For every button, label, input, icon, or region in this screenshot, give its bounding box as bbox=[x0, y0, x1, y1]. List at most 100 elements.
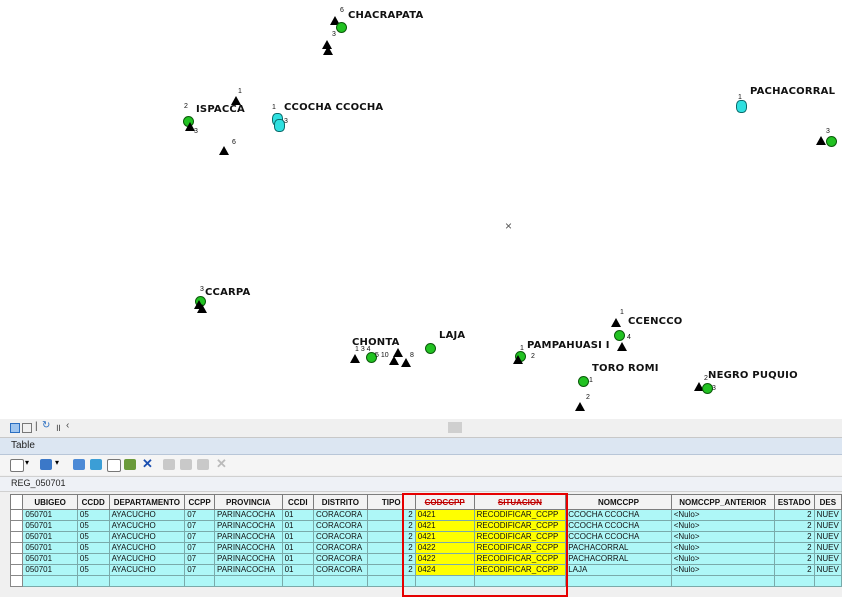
table-cell[interactable]: 07 bbox=[184, 509, 215, 521]
row-selector[interactable] bbox=[9, 509, 24, 521]
table-cell[interactable]: 0422 bbox=[414, 542, 475, 554]
map-canvas[interactable]: 6 3 CHACRAPATA 1 2 3 ISPACCA 6 1 3 CCOCH… bbox=[0, 0, 842, 418]
table-cell[interactable]: 0421 bbox=[414, 531, 475, 543]
table-cell[interactable]: CORACORA bbox=[313, 509, 368, 521]
table-cell[interactable]: PARINACOCHA bbox=[213, 520, 283, 532]
table-cell[interactable]: AYACUCHO bbox=[108, 509, 186, 521]
select-by-attributes-icon[interactable] bbox=[73, 459, 85, 470]
table-cell[interactable]: AYACUCHO bbox=[108, 564, 186, 576]
table-cell[interactable]: 2 bbox=[366, 509, 416, 521]
dropdown-arrow-icon[interactable]: ▾ bbox=[25, 458, 29, 467]
table-cell[interactable]: 07 bbox=[184, 553, 215, 565]
point-triangle[interactable] bbox=[513, 355, 523, 364]
back-icon[interactable]: ‹ bbox=[66, 420, 69, 431]
table-cell[interactable]: RECODIFICAR_CCPP bbox=[473, 553, 567, 565]
column-header[interactable]: TIPO bbox=[366, 494, 416, 510]
table-cell[interactable]: NUEV bbox=[813, 520, 842, 532]
point-triangle[interactable] bbox=[197, 304, 207, 313]
zoom-to-selected-icon[interactable] bbox=[124, 459, 136, 470]
table-cell[interactable]: <Nulo> bbox=[670, 531, 775, 543]
table-cell[interactable]: 2 bbox=[366, 520, 416, 532]
table-cell[interactable]: 2 bbox=[366, 553, 416, 565]
table-cell[interactable]: 050701 bbox=[22, 509, 78, 521]
table-row[interactable]: 050701 05 AYACUCHO 07 PARINACOCHA 01 CORACORA 2… bbox=[9, 553, 842, 565]
table-cell[interactable]: 0424 bbox=[414, 564, 475, 576]
table-cell[interactable]: RECODIFICAR_CCPP bbox=[473, 564, 567, 576]
table-cell[interactable]: RECODIFICAR_CCPP bbox=[473, 531, 567, 543]
table-cell[interactable]: 2 bbox=[773, 531, 815, 543]
table-cell[interactable]: PARINACOCHA bbox=[213, 542, 283, 554]
column-header[interactable]: ESTADO bbox=[773, 494, 815, 510]
column-header[interactable]: PROVINCIA bbox=[213, 494, 283, 510]
table-cell[interactable]: <Nulo> bbox=[670, 564, 775, 576]
table-cell[interactable]: 050701 bbox=[22, 553, 78, 565]
switch-selection-icon[interactable] bbox=[90, 459, 102, 470]
pause-icon[interactable]: ॥ bbox=[55, 420, 61, 434]
table-cell[interactable]: PARINACOCHA bbox=[213, 531, 283, 543]
table-cell[interactable]: NUEV bbox=[813, 564, 842, 576]
table-cell[interactable]: PACHACORRAL bbox=[565, 542, 672, 554]
table-cell[interactable]: NUEV bbox=[813, 509, 842, 521]
table-cell[interactable]: RECODIFICAR_CCPP bbox=[473, 509, 567, 521]
table-row[interactable]: 050701 05 AYACUCHO 07 PARINACOCHA 01 CORACORA 2… bbox=[9, 542, 842, 554]
column-header[interactable]: SITUACION bbox=[473, 494, 567, 510]
refresh-icon[interactable]: ↻ bbox=[42, 420, 50, 431]
table-cell[interactable]: AYACUCHO bbox=[108, 531, 186, 543]
table-cell[interactable]: 05 bbox=[76, 553, 110, 565]
table-cell[interactable]: <Nulo> bbox=[670, 553, 775, 565]
column-header[interactable]: DES bbox=[813, 494, 842, 510]
table-cell[interactable]: 05 bbox=[76, 531, 110, 543]
row-selector[interactable] bbox=[9, 542, 24, 554]
point-triangle[interactable] bbox=[401, 358, 411, 367]
point-dot[interactable] bbox=[336, 22, 347, 33]
table-cell[interactable]: 05 bbox=[76, 542, 110, 554]
table-cell[interactable]: 0421 bbox=[414, 509, 475, 521]
point-triangle[interactable] bbox=[617, 342, 627, 351]
table-cell[interactable]: AYACUCHO bbox=[108, 520, 186, 532]
point-triangle[interactable] bbox=[389, 356, 399, 365]
table-cell[interactable]: 050701 bbox=[22, 542, 78, 554]
table-cell[interactable]: 050701 bbox=[22, 520, 78, 532]
column-header[interactable]: DISTRITO bbox=[313, 494, 368, 510]
point-dot[interactable] bbox=[826, 136, 837, 147]
table-cell[interactable]: PARINACOCHA bbox=[213, 509, 283, 521]
table-cell[interactable]: <Nulo> bbox=[670, 520, 775, 532]
table-cell[interactable]: NUEV bbox=[813, 553, 842, 565]
table-cell[interactable]: 2 bbox=[366, 542, 416, 554]
table-cell[interactable]: 2 bbox=[366, 564, 416, 576]
table-cell[interactable]: AYACUCHO bbox=[108, 542, 186, 554]
grid-view-icon[interactable] bbox=[10, 423, 20, 433]
table-cell[interactable]: LAJA bbox=[565, 564, 672, 576]
table-cell[interactable]: RECODIFICAR_CCPP bbox=[473, 542, 567, 554]
table-row[interactable]: 050701 05 AYACUCHO 07 PARINACOCHA 01 CORACORA 2… bbox=[9, 531, 842, 543]
point-cyan[interactable] bbox=[736, 100, 747, 113]
column-header[interactable]: DEPARTAMENTO bbox=[108, 494, 186, 510]
point-triangle[interactable] bbox=[323, 46, 333, 55]
table-cell[interactable]: 07 bbox=[184, 531, 215, 543]
table-cell[interactable]: 05 bbox=[76, 509, 110, 521]
point-dot[interactable] bbox=[578, 376, 589, 387]
related-tables-icon[interactable] bbox=[40, 459, 52, 470]
table-cell[interactable]: 0421 bbox=[414, 520, 475, 532]
table-cell[interactable]: PARINACOCHA bbox=[213, 564, 283, 576]
table-cell[interactable]: CORACORA bbox=[313, 531, 368, 543]
row-selector[interactable] bbox=[9, 520, 24, 532]
table-cell[interactable]: 0422 bbox=[414, 553, 475, 565]
table-row[interactable]: 050701 05 AYACUCHO 07 PARINACOCHA 01 CORACORA 2… bbox=[9, 509, 842, 521]
point-dot[interactable] bbox=[614, 330, 625, 341]
table-options-icon[interactable] bbox=[10, 459, 24, 472]
row-selector[interactable] bbox=[9, 531, 24, 543]
dropdown-arrow-icon[interactable]: ▾ bbox=[55, 458, 59, 467]
table-row[interactable]: 050701 05 AYACUCHO 07 PARINACOCHA 01 CORACORA 2… bbox=[9, 564, 842, 576]
table-cell[interactable]: 01 bbox=[281, 553, 315, 565]
table-cell[interactable]: 01 bbox=[281, 542, 315, 554]
column-header[interactable]: CCDD bbox=[76, 494, 110, 510]
table-cell[interactable]: 2 bbox=[773, 520, 815, 532]
table-cell[interactable]: <Nulo> bbox=[670, 509, 775, 521]
column-header[interactable]: CCDI bbox=[281, 494, 315, 510]
table-cell[interactable]: 2 bbox=[773, 509, 815, 521]
table-cell[interactable]: AYACUCHO bbox=[108, 553, 186, 565]
table-cell[interactable]: PACHACORRAL bbox=[565, 553, 672, 565]
table-cell[interactable]: PARINACOCHA bbox=[213, 553, 283, 565]
layer-tab[interactable]: REG_050701 bbox=[0, 476, 842, 492]
